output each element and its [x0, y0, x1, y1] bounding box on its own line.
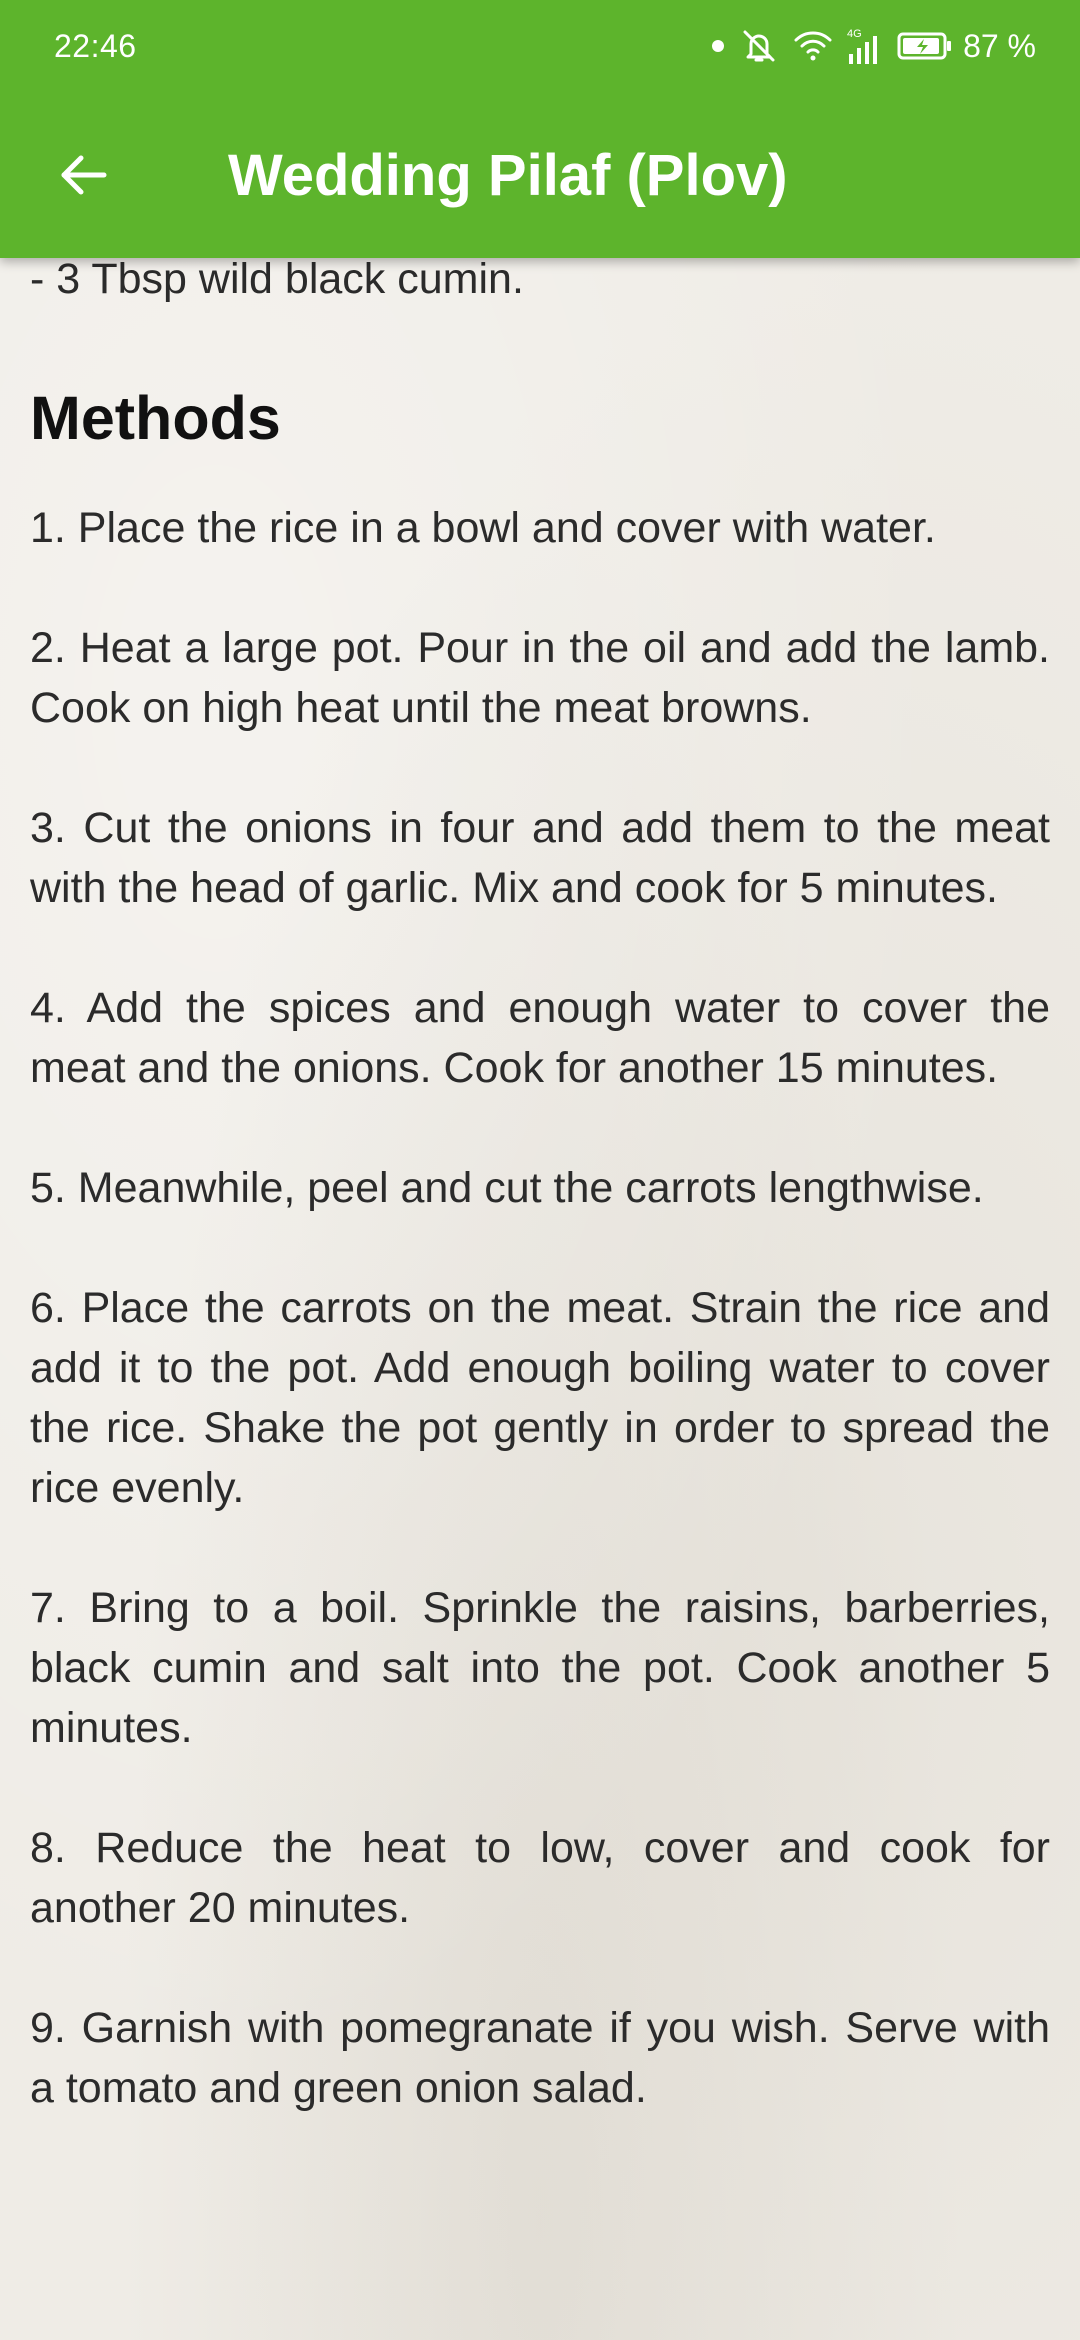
battery-charging-icon: [897, 31, 953, 61]
status-icons: 4G 87 %: [697, 22, 1036, 70]
method-step-1: 1. Place the rice in a bowl and cover wi…: [30, 504, 936, 552]
network-type-label: 4G: [847, 28, 862, 40]
app-bar: 22:46 4G 87 % Wedding Pilaf (Plov): [0, 0, 1080, 258]
back-button[interactable]: [38, 130, 128, 220]
toolbar: Wedding Pilaf (Plov): [0, 92, 1080, 258]
wifi-icon: [793, 29, 833, 63]
method-step-2: 2. Heat a large pot. Pour in the oil and…: [30, 624, 1050, 732]
status-bar: 22:46 4G 87 %: [0, 0, 1080, 92]
battery-percent: 87 %: [963, 28, 1036, 64]
method-step-7: 7. Bring to a boil. Sprinkle the raisins…: [30, 1584, 1050, 1752]
ingredient-line: - 3 Tbsp wild black cumin.: [30, 255, 524, 303]
method-step-3: 3. Cut the onions in four and add them t…: [30, 804, 1050, 912]
arrow-back-icon: [61, 155, 107, 195]
cell-signal-icon: 4G: [847, 26, 883, 66]
method-steps-list: 1. Place the rice in a bowl and cover wi…: [30, 498, 1050, 2178]
recipe-content: - 3 Tbsp wild black cumin. Methods 1. Pl…: [30, 250, 1050, 2112]
method-step-8: 8. Reduce the heat to low, cover and coo…: [30, 1824, 1050, 1932]
method-step-4: 4. Add the spices and enough water to co…: [30, 984, 1050, 1092]
method-step-5: 5. Meanwhile, peel and cut the carrots l…: [30, 1164, 984, 1212]
methods-heading: Methods: [30, 384, 281, 452]
method-step-9: 9. Garnish with pomegranate if you wish.…: [30, 2004, 1050, 2112]
status-time: 22:46: [54, 28, 137, 64]
mute-icon: [739, 26, 779, 66]
method-step-6: 6. Place the carrots on the meat. Strain…: [30, 1284, 1050, 1512]
notification-dot-icon: [711, 39, 725, 53]
page-title: Wedding Pilaf (Plov): [228, 143, 788, 208]
